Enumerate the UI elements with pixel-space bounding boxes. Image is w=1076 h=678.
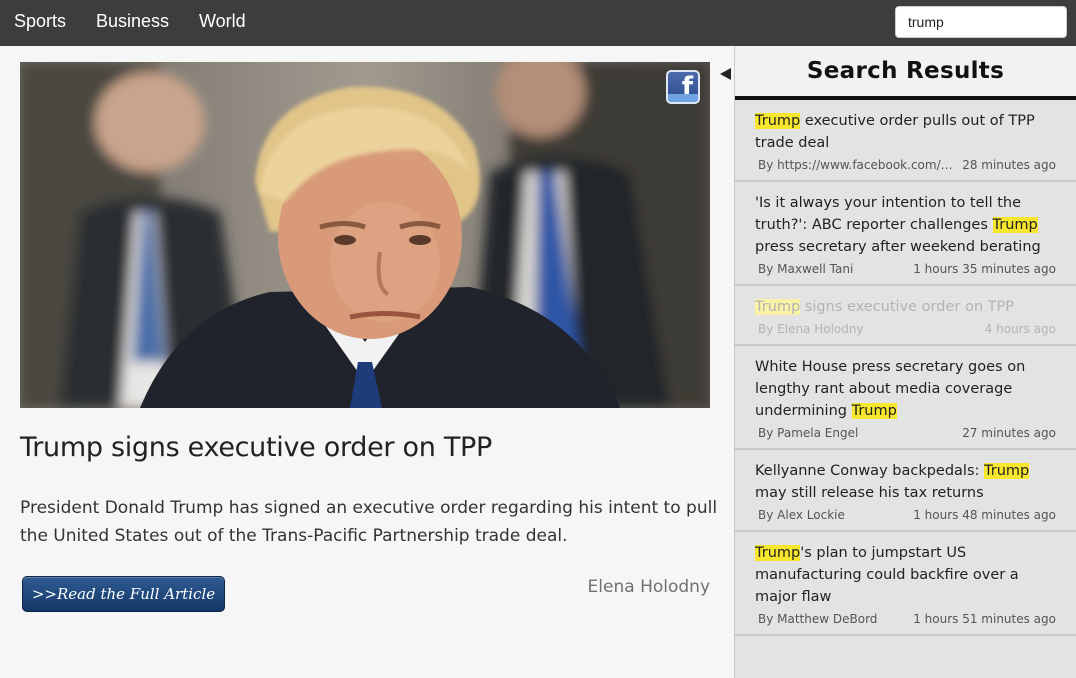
result-time: 1 hours 48 minutes ago [913, 508, 1056, 522]
result-title: 'Is it always your intention to tell the… [755, 195, 1041, 255]
article-summary: President Donald Trump has signed an exe… [20, 498, 718, 546]
result-author: By https://www.facebook.com/bb... [758, 158, 953, 172]
search-term-highlight: Trump [984, 463, 1030, 479]
result-author: By Matthew DeBord [758, 612, 878, 626]
search-input[interactable] [895, 6, 1067, 38]
result-time: 4 hours ago [984, 322, 1056, 336]
facebook-share-icon[interactable]: f [666, 70, 700, 104]
article-hero-image: f [20, 62, 710, 408]
result-title: White House press secretary goes on leng… [755, 359, 1026, 419]
search-result-item[interactable]: Trump's plan to jumpstart US manufacturi… [735, 532, 1076, 636]
top-nav-bar: Sports Business World [0, 0, 1076, 46]
search-term-highlight: Trump [992, 217, 1038, 233]
sidebar-collapse-arrow-icon[interactable] [720, 68, 731, 80]
result-time: 28 minutes ago [962, 158, 1056, 172]
result-time: 1 hours 35 minutes ago [913, 262, 1056, 276]
search-results-sidebar: Search Results Trump executive order pul… [734, 46, 1076, 678]
hero-photo [20, 62, 710, 408]
search-result-item[interactable]: Trump executive order pulls out of TPP t… [735, 100, 1076, 182]
result-title: Kellyanne Conway backpedals: Trump may s… [755, 463, 1030, 501]
article-title: Trump signs executive order on TPP [20, 432, 492, 463]
result-title: Trump executive order pulls out of TPP t… [755, 113, 1035, 151]
nav-link-business[interactable]: Business [96, 11, 169, 32]
result-author: By Pamela Engel [758, 426, 859, 440]
article-panel: f Trump signs executive order on TPP Pre… [0, 46, 734, 678]
search-result-item[interactable]: 'Is it always your intention to tell the… [735, 182, 1076, 286]
search-result-item-active[interactable]: Trump signs executive order on TPP By El… [735, 286, 1076, 346]
result-author: By Maxwell Tani [758, 262, 854, 276]
result-author: By Alex Lockie [758, 508, 845, 522]
result-time: 1 hours 51 minutes ago [913, 612, 1056, 626]
result-title: Trump's plan to jumpstart US manufacturi… [755, 545, 1019, 605]
read-full-article-button[interactable]: >>Read the Full Article [22, 576, 225, 612]
article-author: Elena Holodny [587, 577, 710, 597]
search-result-item[interactable]: White House press secretary goes on leng… [735, 346, 1076, 450]
search-result-item[interactable]: Kellyanne Conway backpedals: Trump may s… [735, 450, 1076, 532]
search-term-highlight: Trump [755, 545, 801, 561]
search-results-heading: Search Results [735, 46, 1076, 100]
search-term-highlight: Trump [851, 403, 897, 419]
nav-link-world[interactable]: World [199, 11, 246, 32]
search-term-highlight: Trump [755, 113, 801, 129]
result-author: By Elena Holodny [758, 322, 864, 336]
search-term-highlight: Trump [755, 299, 801, 315]
result-time: 27 minutes ago [962, 426, 1056, 440]
nav-link-sports[interactable]: Sports [14, 11, 66, 32]
result-title: Trump signs executive order on TPP [755, 299, 1014, 315]
